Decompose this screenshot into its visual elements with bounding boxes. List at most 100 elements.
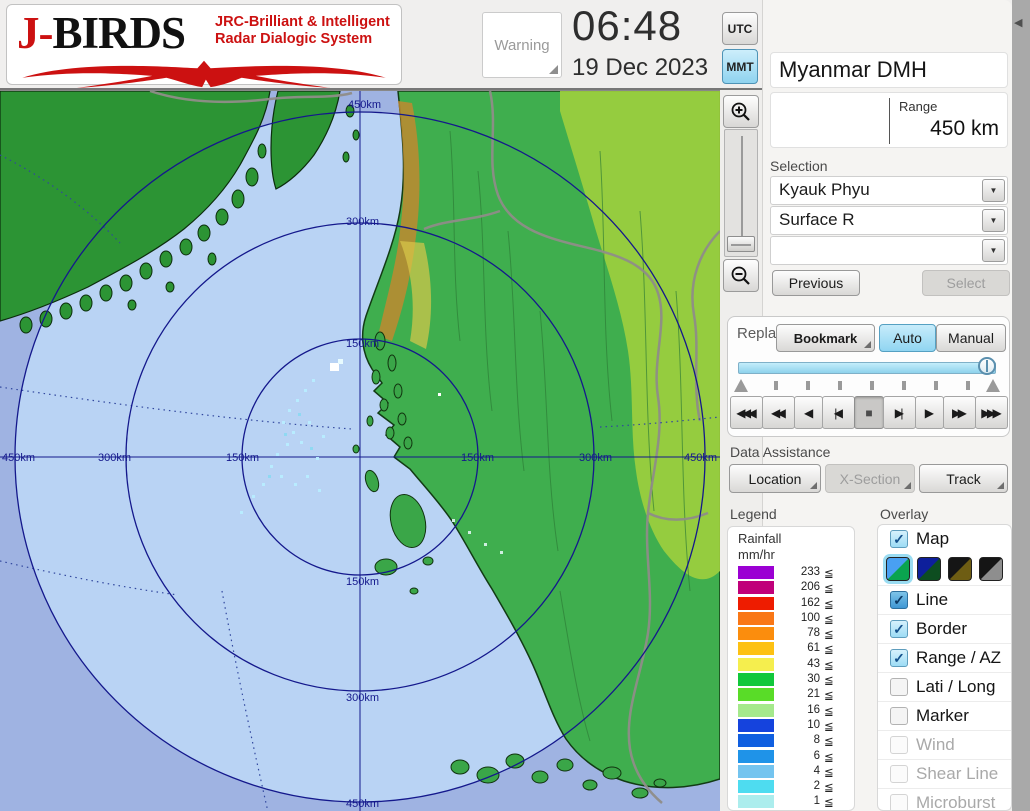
ring-label: 150km	[346, 338, 379, 350]
overlay-label: Overlay	[880, 506, 928, 522]
play-reverse-button[interactable]: ◀	[794, 396, 823, 429]
option-dropdown[interactable]: ▼	[770, 236, 1008, 265]
checkbox[interactable]: ✓	[890, 530, 908, 548]
slider-tick	[934, 381, 938, 390]
legend-swatch	[738, 719, 774, 732]
legend-operator: ≦	[824, 719, 834, 733]
zoom-out-button[interactable]	[723, 259, 759, 292]
legend-operator: ≦	[824, 688, 834, 702]
chevron-down-icon[interactable]: ▼	[982, 179, 1005, 202]
checkbox[interactable]	[890, 707, 908, 725]
ring-label: 450km	[346, 798, 379, 810]
radar-map[interactable]: 450km300km150km150km300km450km450km300km…	[0, 90, 720, 811]
ring-label: 150km	[461, 452, 494, 464]
jump-last-button[interactable]: ▶▶▶	[975, 396, 1008, 429]
legend-row: 100≦	[728, 611, 855, 626]
brand-j: J-	[17, 8, 53, 58]
brand-birds: BIRDS	[53, 8, 186, 58]
app-logo: J-BIRDS JRC-Brilliant & Intelligent Rada…	[6, 4, 402, 85]
replay-slider-handle[interactable]	[978, 357, 996, 375]
legend-swatch	[738, 704, 774, 717]
zoom-slider[interactable]	[724, 129, 758, 257]
step-back-button[interactable]: |◀	[822, 396, 855, 429]
x-section-button[interactable]: X-Section	[825, 464, 915, 493]
map-style-black-olive-swatch[interactable]	[948, 557, 972, 581]
chevron-down-icon[interactable]: ▼	[982, 209, 1005, 232]
legend-operator: ≦	[824, 765, 834, 779]
warning-button[interactable]: Warning	[482, 12, 562, 78]
legend-value: 2	[780, 780, 820, 792]
fast-forward-button[interactable]: ▶▶	[943, 396, 976, 429]
stop-button[interactable]: ■	[854, 396, 883, 429]
utc-button[interactable]: UTC	[722, 12, 758, 45]
zoom-slider-handle[interactable]	[727, 236, 755, 252]
previous-button[interactable]: Previous	[772, 270, 860, 296]
zoom-in-button[interactable]	[723, 95, 759, 128]
step-forward-button[interactable]: ▶|	[883, 396, 916, 429]
map-style-swatches	[878, 554, 1011, 585]
replay-slider-track[interactable]	[738, 362, 996, 374]
legend-swatch	[738, 673, 774, 686]
resize-grip-icon	[549, 65, 558, 74]
legend-value: 6	[780, 750, 820, 762]
legend-value: 21	[780, 688, 820, 700]
range-label: Range	[899, 99, 937, 114]
overlay-item-label: Map	[916, 529, 949, 549]
legend-value: 30	[780, 673, 820, 685]
collapse-panel-icon[interactable]: ◀	[1014, 16, 1022, 29]
overlay-item-line: ✓Line	[878, 585, 1011, 614]
chevron-down-icon[interactable]: ▼	[982, 239, 1005, 262]
legend-operator: ≦	[824, 673, 834, 687]
replay-group: Replay Bookmark Auto Manual ◀◀◀◀◀◀|◀■▶|▶…	[727, 316, 1010, 437]
legend-value: 61	[780, 642, 820, 654]
legend-row: 1≦	[728, 794, 855, 809]
map-style-navy-green-swatch[interactable]	[917, 557, 941, 581]
location-button[interactable]: Location	[729, 464, 821, 493]
checkbox[interactable]	[890, 794, 908, 811]
legend-swatch	[738, 627, 774, 640]
checkbox[interactable]	[890, 765, 908, 783]
jump-first-button[interactable]: ◀◀◀	[730, 396, 763, 429]
transport-controls: ◀◀◀◀◀◀|◀■▶|▶▶▶▶▶▶	[731, 396, 1008, 429]
legend-swatch	[738, 750, 774, 763]
legend-value: 1	[780, 795, 820, 807]
site-dropdown[interactable]: Kyauk Phyu ▼	[770, 176, 1008, 205]
select-button[interactable]: Select	[922, 270, 1010, 296]
site-dropdown-value: Kyauk Phyu	[779, 180, 870, 200]
auto-button[interactable]: Auto	[879, 324, 936, 352]
ring-label: 300km	[346, 692, 379, 704]
legend-value: 4	[780, 765, 820, 777]
track-button[interactable]: Track	[919, 464, 1008, 493]
legend-operator: ≦	[824, 750, 834, 764]
product-dropdown[interactable]: Surface R ▼	[770, 206, 1008, 235]
zoom-out-icon	[730, 265, 752, 287]
mmt-button[interactable]: MMT	[722, 49, 758, 84]
slider-tick	[806, 381, 810, 390]
checkbox[interactable]: ✓	[890, 620, 908, 638]
ring-label: 300km	[579, 452, 612, 464]
overlay-item-label: Microburst	[916, 793, 995, 811]
checkbox[interactable]	[890, 736, 908, 754]
slider-tick	[870, 381, 874, 390]
range-start-marker-icon[interactable]	[734, 379, 748, 392]
product-dropdown-value: Surface R	[779, 210, 855, 230]
play-button[interactable]: ▶	[915, 396, 944, 429]
range-box: Range 450 km	[770, 92, 1008, 148]
manual-button[interactable]: Manual	[936, 324, 1006, 352]
legend-swatch	[738, 642, 774, 655]
legend-operator: ≦	[824, 795, 834, 809]
checkbox[interactable]	[890, 678, 908, 696]
legend-row: 206≦	[728, 580, 855, 595]
bookmark-button[interactable]: Bookmark	[776, 324, 875, 352]
range-end-marker-icon[interactable]	[986, 379, 1000, 392]
legend-row: 6≦	[728, 749, 855, 764]
legend-row: 30 ≦	[728, 672, 855, 687]
map-style-color-swatch[interactable]	[886, 557, 910, 581]
legend-row: 61≦	[728, 641, 855, 656]
rewind-button[interactable]: ◀◀	[762, 396, 795, 429]
legend-swatch	[738, 566, 774, 579]
legend-row: 4≦	[728, 764, 855, 779]
checkbox[interactable]: ✓	[890, 649, 908, 667]
map-style-black-gray-swatch[interactable]	[979, 557, 1003, 581]
checkbox[interactable]: ✓	[890, 591, 908, 609]
